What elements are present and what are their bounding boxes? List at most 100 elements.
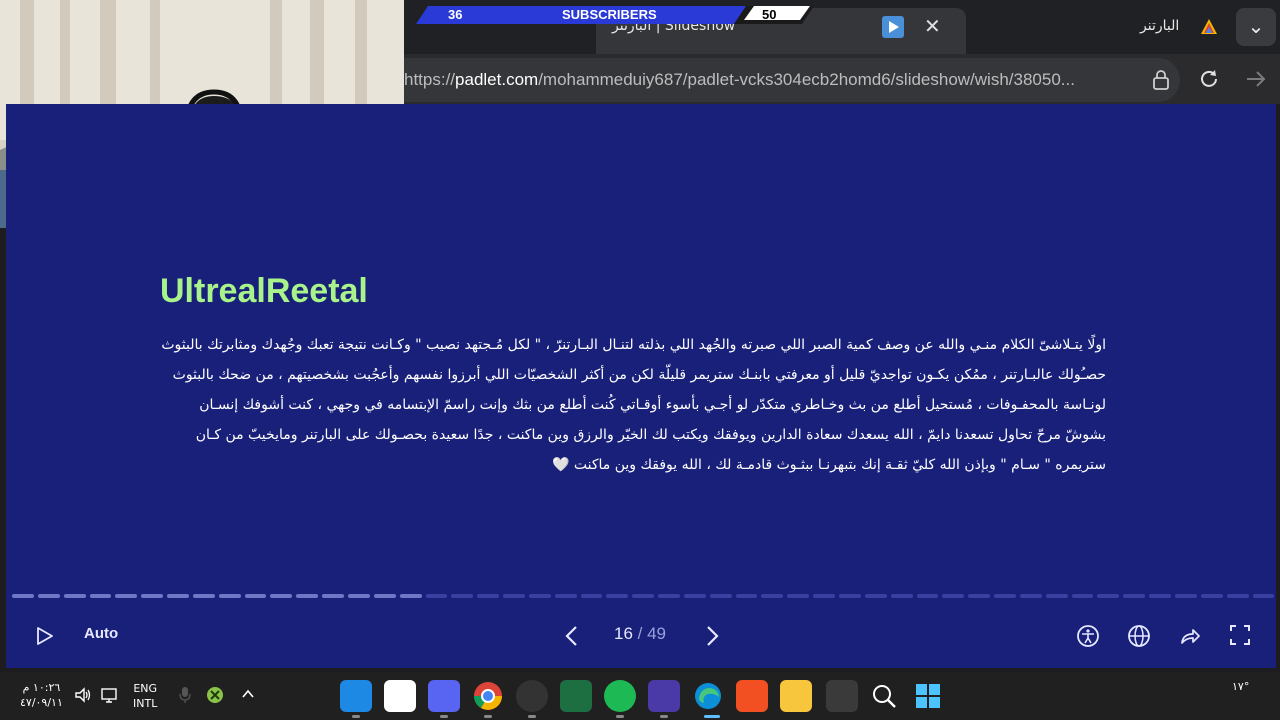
progress-segment[interactable]	[1123, 594, 1146, 598]
chrome-app-icon[interactable]	[472, 680, 504, 712]
next-slide-icon[interactable]	[704, 625, 720, 647]
progress-segment[interactable]	[813, 594, 835, 598]
share-icon[interactable]	[1178, 624, 1202, 648]
progress-segment[interactable]	[632, 594, 655, 598]
progress-segment[interactable]	[1149, 594, 1171, 598]
obs-app-icon[interactable]	[340, 680, 372, 712]
progress-segment[interactable]	[503, 594, 525, 598]
spotify-app-icon[interactable]	[604, 680, 636, 712]
weather-widget[interactable]: ١٧°	[1232, 680, 1249, 693]
capcut-app-icon[interactable]	[384, 680, 416, 712]
progress-segment[interactable]	[735, 594, 758, 598]
close-tab-icon[interactable]: ✕	[924, 14, 941, 38]
url-text[interactable]: https://padlet.com/mohammeduiy687/padlet…	[404, 70, 1075, 90]
running-indicator	[352, 715, 360, 718]
progress-segment[interactable]	[528, 594, 551, 598]
progress-segment[interactable]	[1252, 594, 1275, 598]
reload-icon[interactable]	[1198, 68, 1220, 90]
slide-separator: /	[632, 624, 648, 643]
progress-segment[interactable]	[864, 594, 887, 598]
url-path: /mohammeduiy687/padlet-vcks304ecb2homd6/…	[538, 70, 1075, 89]
progress-segment[interactable]	[1174, 594, 1197, 598]
progress-segment[interactable]	[968, 594, 991, 598]
post-body-text: اولًا يتـلاشىّ الكلام منـي والله عن وصف …	[161, 337, 1106, 473]
progress-segment[interactable]	[761, 594, 784, 598]
progress-segment[interactable]	[709, 594, 732, 598]
progress-segment[interactable]	[994, 594, 1016, 598]
microphone-icon[interactable]	[178, 686, 192, 704]
forward-arrow-icon[interactable]	[1244, 68, 1268, 90]
progress-segment[interactable]	[425, 594, 448, 598]
running-indicator	[440, 715, 448, 718]
progress-segment[interactable]	[890, 594, 913, 598]
excel-app-icon[interactable]	[560, 680, 592, 712]
chevron-up-icon[interactable]	[240, 686, 256, 702]
running-indicator	[660, 715, 668, 718]
speaker-icon[interactable]	[74, 686, 92, 704]
clock-date: ٤٧/٠٩/١١	[20, 696, 63, 709]
autoplay-toggle[interactable]: Auto	[84, 625, 118, 642]
display-icon[interactable]	[100, 686, 118, 704]
windows-start-icon[interactable]	[912, 680, 944, 712]
progress-segment[interactable]	[916, 594, 939, 598]
input-language[interactable]: ENG INTL	[133, 681, 157, 711]
progress-segment[interactable]	[1097, 594, 1120, 598]
discord-app-icon[interactable]	[428, 680, 460, 712]
progress-segment[interactable]	[115, 594, 138, 598]
progress-segment[interactable]	[89, 594, 112, 598]
progress-segment[interactable]	[606, 594, 629, 598]
progress-segment[interactable]	[373, 594, 396, 598]
play-icon[interactable]	[36, 626, 54, 646]
tab-search-dropdown-icon[interactable]: ⌄	[1236, 8, 1276, 46]
progress-segment[interactable]	[270, 594, 293, 598]
lock-icon[interactable]	[1152, 70, 1170, 90]
search-icon[interactable]	[868, 680, 900, 712]
slide-progress-bar	[12, 594, 1275, 600]
progress-segment[interactable]	[192, 594, 215, 598]
lang-code: ENG	[133, 682, 158, 695]
progress-segment[interactable]	[296, 594, 319, 598]
progress-segment[interactable]	[167, 594, 189, 598]
slide-current: 16	[614, 624, 633, 643]
obs-studio-app-icon[interactable]	[516, 680, 548, 712]
progress-segment[interactable]	[942, 594, 965, 598]
progress-segment[interactable]	[63, 594, 86, 598]
progress-segment[interactable]	[580, 594, 603, 598]
progress-segment[interactable]	[1019, 594, 1042, 598]
slideshow-controls: Auto 16 / 49	[6, 616, 1276, 656]
progress-segment[interactable]	[37, 594, 60, 598]
progress-segment[interactable]	[787, 594, 810, 598]
progress-segment[interactable]	[554, 594, 577, 598]
progress-segment[interactable]	[1226, 594, 1249, 598]
progress-segment[interactable]	[451, 594, 474, 598]
app-icon[interactable]	[648, 680, 680, 712]
edge-app-icon[interactable]	[692, 680, 724, 712]
fullscreen-icon[interactable]	[1229, 624, 1251, 646]
progress-segment[interactable]	[1045, 594, 1068, 598]
running-indicator	[484, 715, 492, 718]
progress-segment[interactable]	[12, 594, 34, 598]
xbox-icon[interactable]	[206, 686, 224, 704]
progress-segment[interactable]	[141, 594, 164, 598]
progress-segment[interactable]	[1071, 594, 1094, 598]
progress-segment[interactable]	[839, 594, 861, 598]
app-icon[interactable]	[826, 680, 858, 712]
language-globe-icon[interactable]	[1127, 624, 1151, 648]
system-clock[interactable]: ١٠:٢٦ م ٤٧/٠٩/١١	[20, 680, 63, 710]
progress-segment[interactable]	[683, 594, 706, 598]
progress-segment[interactable]	[399, 594, 422, 598]
other-tab-title[interactable]: البارتنر	[1140, 18, 1179, 34]
progress-segment[interactable]	[1200, 594, 1223, 598]
previous-slide-icon[interactable]	[564, 625, 580, 647]
progress-segment[interactable]	[347, 594, 370, 598]
store-app-icon[interactable]	[736, 680, 768, 712]
progress-segment[interactable]	[322, 594, 344, 598]
accessibility-icon[interactable]	[1076, 624, 1100, 648]
file-explorer-icon[interactable]	[780, 680, 812, 712]
screen: البارتنر | Slideshow ✕ البارتنر ⌄ https:…	[0, 0, 1280, 720]
progress-segment[interactable]	[244, 594, 267, 598]
progress-segment[interactable]	[658, 594, 680, 598]
progress-segment[interactable]	[477, 594, 500, 598]
media-play-icon[interactable]	[882, 16, 904, 38]
progress-segment[interactable]	[218, 594, 241, 598]
